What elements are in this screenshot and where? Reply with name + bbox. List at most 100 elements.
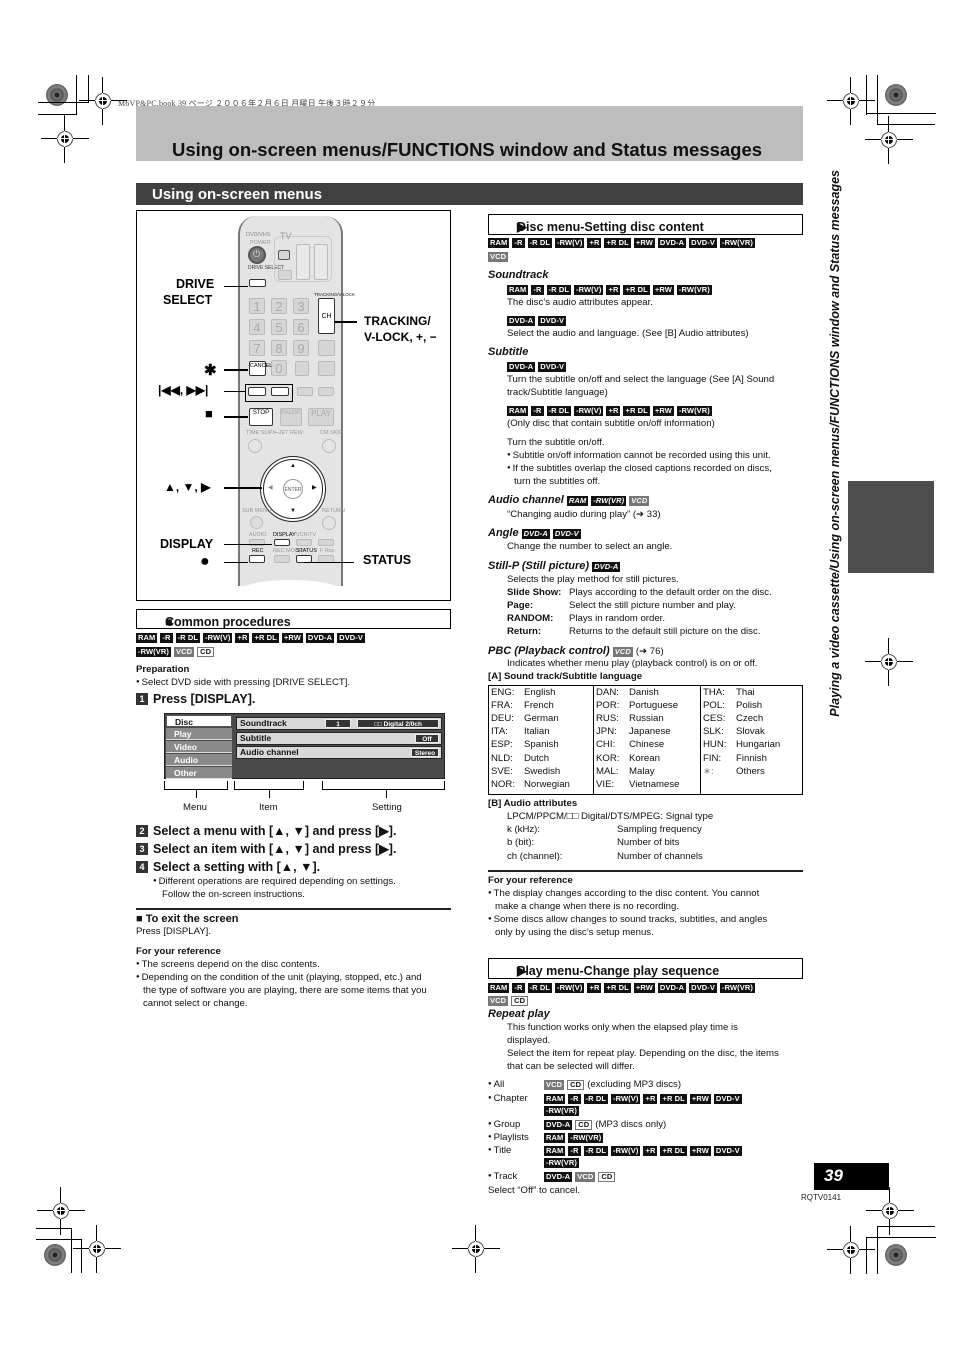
language-code: POL:: [703, 700, 725, 712]
language-name: Thai: [736, 687, 755, 698]
digit-9-button[interactable]: 9: [293, 340, 309, 356]
tv-ch-button[interactable]: [296, 244, 310, 280]
power-button[interactable]: ⏻: [248, 246, 266, 264]
digit-7-button[interactable]: 7: [249, 340, 265, 356]
registration-mark-icon: [866, 1187, 914, 1235]
side-tab: [848, 481, 934, 573]
skip-back-button[interactable]: [248, 387, 266, 396]
osd-menu-play[interactable]: Play: [166, 728, 232, 740]
digit-0-button[interactable]: 0: [271, 360, 287, 376]
rewind-button[interactable]: [297, 387, 313, 396]
rec-button[interactable]: [249, 555, 265, 563]
still-p-option-key: RANDOM:: [507, 613, 554, 624]
language-row: CHI: Chinese: [596, 739, 664, 751]
osd-item-audio-channel[interactable]: Audio channel Stereo: [236, 746, 442, 759]
osd-menu-other[interactable]: Other: [166, 767, 232, 779]
input-select-button[interactable]: [295, 361, 309, 376]
digit-1-button[interactable]: 1: [249, 298, 265, 314]
reference-item: The screens depend on the disc contents.: [136, 959, 320, 971]
step-2: 2 Select a menu with [▲, ▼] and press [▶]…: [136, 823, 396, 839]
display-button[interactable]: [274, 539, 290, 546]
disc-badge: DVD-V: [689, 983, 718, 993]
digit-6-button[interactable]: 6: [293, 319, 309, 335]
play-button[interactable]: PLAY: [308, 408, 334, 426]
disc-badge: +R: [606, 285, 621, 295]
label-dvd-vhs: DVD/VHS: [246, 232, 271, 238]
repeat-play-text: Select the item for repeat play. Dependi…: [507, 1048, 779, 1059]
language-name: Dutch: [524, 752, 550, 764]
disc-badge: +RW: [689, 1094, 711, 1104]
return-button[interactable]: [322, 516, 336, 530]
pause-button[interactable]: PAUSE: [280, 408, 302, 426]
disc-badge: RAM: [544, 1133, 566, 1143]
disc-badge: RAM: [566, 496, 589, 506]
disc-badge: +RW: [633, 983, 655, 993]
digit-3-button[interactable]: 3: [293, 298, 309, 314]
language-name: Korean: [629, 752, 660, 764]
digit-2-button[interactable]: 2: [271, 298, 287, 314]
repeat-item-badges: VCD CD (excluding MP3 discs): [544, 1080, 744, 1090]
language-code: ITA:: [491, 726, 508, 738]
language-name: Russian: [629, 713, 664, 725]
language-code: FIN:: [703, 752, 722, 764]
drive-select-button[interactable]: [249, 279, 266, 287]
repeat-play-text-cont: displayed.: [507, 1035, 551, 1046]
language-code: NLD:: [491, 752, 513, 764]
disc-badge: -RW(V): [611, 1094, 641, 1104]
repeat-item-label: Track: [488, 1171, 518, 1183]
repeat-item-badges: RAM -RW(VR): [544, 1133, 744, 1143]
play-menu-badges-row1: RAM -R -R DL -RW(V) +R +R DL +RW DVD-A DVD-V -RW(…: [488, 983, 808, 993]
stop-button[interactable]: STOP: [249, 408, 273, 426]
vcr-tv-button[interactable]: [318, 539, 334, 546]
osd-menu-disc[interactable]: Disc: [166, 715, 232, 727]
language-row: ENG: English: [491, 687, 555, 699]
repeat-item-label: Chapter: [488, 1093, 528, 1105]
digit-8-button[interactable]: 8: [271, 340, 287, 356]
disc-badge: DVD-A: [657, 238, 687, 248]
osd-item-soundtrack[interactable]: Soundtrack 1 □□ Digital 2/0ch: [236, 717, 442, 730]
step4-note-cont: Follow the on-screen instructions.: [162, 889, 305, 900]
disc-badge: -RW(V): [574, 285, 604, 295]
common-badges-row2: -RW(VR) VCD CD: [136, 647, 456, 657]
registration-mark-icon: [79, 77, 127, 125]
digit-5-button[interactable]: 5: [271, 319, 287, 335]
still-p-option-value: Plays in random order.: [569, 613, 665, 624]
disc-badge: DVD-V: [713, 1094, 742, 1104]
enter-button[interactable]: ENTER: [283, 479, 303, 499]
osd-menu-video[interactable]: Video: [166, 741, 232, 753]
add-dlt-ch-button[interactable]: [318, 340, 335, 356]
create-chapter-button[interactable]: [296, 539, 312, 546]
osd-menu-audio[interactable]: Audio: [166, 754, 232, 766]
disc-badge: -RW(VR): [676, 406, 712, 416]
disc-badge: +R DL: [623, 285, 650, 295]
osd-soundtrack-format: □□ Digital 2/0ch: [357, 719, 439, 728]
osd-subtitle-value: Off: [415, 734, 439, 743]
cm-skip-button[interactable]: [322, 439, 336, 453]
disc-badge: DVD-A: [507, 316, 536, 326]
audio-channel-text: “Changing audio during play” (➔ 33): [507, 509, 661, 520]
rec-mode-button[interactable]: [274, 555, 290, 563]
tv-video-button[interactable]: [278, 270, 292, 280]
delete-button[interactable]: [318, 361, 335, 376]
tv-volume-button[interactable]: [314, 244, 328, 280]
preparation-text: Select DVD side with pressing [DRIVE SEL…: [136, 677, 350, 689]
disc-badge: -R DL: [583, 1094, 609, 1104]
fast-forward-button[interactable]: [318, 387, 334, 396]
cancel-button[interactable]: CANCEL: [249, 361, 272, 376]
tracking-ch-button[interactable]: CH: [318, 298, 335, 334]
sub-menu-button[interactable]: [250, 516, 263, 529]
disc-badge: DVD-V: [552, 529, 581, 539]
callout-arrows: ▲, ▼, ▶: [164, 480, 211, 494]
time-slip-button[interactable]: [248, 439, 262, 453]
osd-item-subtitle[interactable]: Subtitle Off: [236, 732, 442, 745]
skip-forward-button[interactable]: [271, 387, 289, 396]
digit-4-button[interactable]: 4: [249, 319, 265, 335]
disc-menu-heading: ▶ Disc menu-Setting disc content: [488, 214, 803, 235]
language-name: Norwegian: [524, 778, 570, 790]
step-4: 4 Select a setting with [▲, ▼].: [136, 859, 320, 875]
caption-menu: Menu: [183, 802, 207, 813]
audio-attr-value: Number of bits: [617, 837, 680, 848]
tv-power-button[interactable]: [278, 250, 290, 260]
step4-note: Different operations are required depend…: [153, 876, 396, 888]
disc-badge: -R: [568, 1094, 581, 1104]
